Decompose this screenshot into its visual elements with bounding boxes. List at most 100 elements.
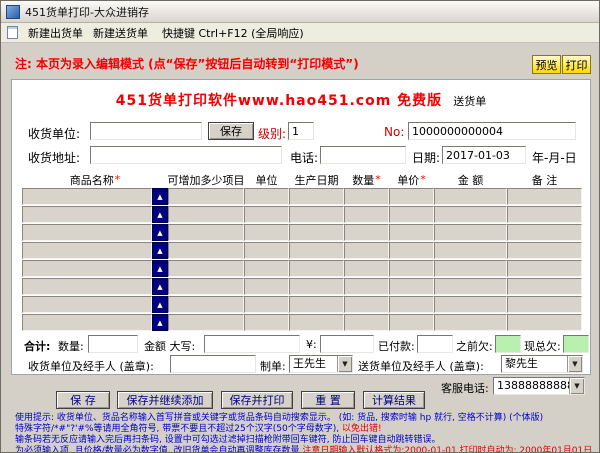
chevron-down-icon[interactable]: ▼ <box>569 378 584 394</box>
extra-item-cell[interactable] <box>168 206 244 223</box>
note-cell[interactable] <box>507 206 582 223</box>
product-name-input[interactable] <box>22 224 152 241</box>
amount-cell[interactable] <box>434 278 507 295</box>
price-cell[interactable] <box>389 242 434 259</box>
extra-item-cell[interactable] <box>168 278 244 295</box>
qty-cell[interactable] <box>344 314 389 331</box>
extra-item-cell[interactable] <box>168 188 244 205</box>
extra-item-cell[interactable] <box>168 224 244 241</box>
amount-cell[interactable] <box>434 314 507 331</box>
price-cell[interactable] <box>389 314 434 331</box>
action-save-continue-button[interactable]: 保存并继续添加 <box>117 391 213 409</box>
product-dropdown-button[interactable]: ▲ <box>152 278 168 295</box>
stamp-receiver-input[interactable] <box>170 355 256 373</box>
date-input[interactable] <box>442 146 526 164</box>
product-dropdown-button[interactable]: ▲ <box>152 260 168 277</box>
address-input[interactable] <box>90 146 282 164</box>
qty-cell[interactable] <box>344 278 389 295</box>
qty-cell[interactable] <box>344 296 389 313</box>
unit-cell[interactable] <box>244 296 289 313</box>
price-cell[interactable] <box>389 206 434 223</box>
amount-cell[interactable] <box>434 260 507 277</box>
note-cell[interactable] <box>507 314 582 331</box>
price-cell[interactable] <box>389 224 434 241</box>
note-cell[interactable] <box>507 242 582 259</box>
print-button[interactable]: 打印 <box>562 55 591 74</box>
prod-date-cell[interactable] <box>289 188 344 205</box>
current-owe-input[interactable] <box>563 335 589 353</box>
menu-new-delivery-order[interactable]: 新建送货单 <box>93 25 148 41</box>
product-name-input[interactable] <box>22 260 152 277</box>
extra-item-cell[interactable] <box>168 296 244 313</box>
phone-input[interactable] <box>320 146 406 164</box>
unit-cell[interactable] <box>244 188 289 205</box>
amount-cell[interactable] <box>434 206 507 223</box>
product-dropdown-button[interactable]: ▲ <box>152 206 168 223</box>
unit-cell[interactable] <box>244 260 289 277</box>
action-reset-button[interactable]: 重 置 <box>301 391 355 409</box>
maker-combobox[interactable]: 王先生 ▼ <box>289 355 353 373</box>
unit-cell[interactable] <box>244 224 289 241</box>
level-input[interactable] <box>288 122 314 140</box>
unit-cell[interactable] <box>244 242 289 259</box>
product-name-input[interactable] <box>22 278 152 295</box>
note-cell[interactable] <box>507 278 582 295</box>
qty-cell[interactable] <box>344 206 389 223</box>
price-cell[interactable] <box>389 260 434 277</box>
prod-date-cell[interactable] <box>289 296 344 313</box>
total-qty-input[interactable] <box>88 335 138 353</box>
prod-date-cell[interactable] <box>289 206 344 223</box>
prod-date-cell[interactable] <box>289 278 344 295</box>
unit-cell[interactable] <box>244 314 289 331</box>
amount-cell[interactable] <box>434 296 507 313</box>
amount-words-input[interactable] <box>204 335 300 353</box>
qty-cell[interactable] <box>344 260 389 277</box>
amount-yen-input[interactable] <box>320 335 374 353</box>
action-save-button[interactable]: 保 存 <box>56 391 110 409</box>
title-bar[interactable]: 451货单打印-大众进销存 <box>1 1 599 23</box>
no-input[interactable] <box>408 122 576 140</box>
chevron-down-icon[interactable]: ▼ <box>567 356 582 372</box>
paid-input[interactable] <box>417 335 453 353</box>
menu-new-outgoing-order[interactable]: 新建出货单 <box>28 25 83 41</box>
note-cell[interactable] <box>507 260 582 277</box>
prod-date-cell[interactable] <box>289 224 344 241</box>
product-name-input[interactable] <box>22 242 152 259</box>
extra-item-cell[interactable] <box>168 260 244 277</box>
product-dropdown-button[interactable]: ▲ <box>152 296 168 313</box>
product-name-input[interactable] <box>22 206 152 223</box>
product-dropdown-button[interactable]: ▲ <box>152 314 168 331</box>
note-cell[interactable] <box>507 224 582 241</box>
unit-cell[interactable] <box>244 278 289 295</box>
sender-combobox[interactable]: 黎先生 ▼ <box>501 355 583 373</box>
product-dropdown-button[interactable]: ▲ <box>152 224 168 241</box>
prod-date-cell[interactable] <box>289 314 344 331</box>
qty-cell[interactable] <box>344 242 389 259</box>
price-cell[interactable] <box>389 188 434 205</box>
product-name-input[interactable] <box>22 188 152 205</box>
note-cell[interactable] <box>507 188 582 205</box>
product-dropdown-button[interactable]: ▲ <box>152 188 168 205</box>
chevron-down-icon[interactable]: ▼ <box>337 356 352 372</box>
save-button[interactable]: 保存 <box>208 122 254 140</box>
qty-cell[interactable] <box>344 224 389 241</box>
receiver-input[interactable] <box>90 122 202 140</box>
prod-date-cell[interactable] <box>289 260 344 277</box>
preview-button[interactable]: 预览 <box>532 55 561 74</box>
extra-item-cell[interactable] <box>168 314 244 331</box>
product-dropdown-button[interactable]: ▲ <box>152 242 168 259</box>
note-cell[interactable] <box>507 296 582 313</box>
unit-cell[interactable] <box>244 206 289 223</box>
amount-cell[interactable] <box>434 188 507 205</box>
prod-date-cell[interactable] <box>289 242 344 259</box>
action-calc-button[interactable]: 计算结果 <box>363 391 425 409</box>
amount-cell[interactable] <box>434 224 507 241</box>
action-save-print-button[interactable]: 保存并打印 <box>221 391 293 409</box>
qty-cell[interactable] <box>344 188 389 205</box>
service-phone-combobox[interactable]: 13888888888 ▼ <box>493 377 585 395</box>
product-name-input[interactable] <box>22 314 152 331</box>
price-cell[interactable] <box>389 278 434 295</box>
price-cell[interactable] <box>389 296 434 313</box>
previous-owe-input[interactable] <box>495 335 521 353</box>
extra-item-cell[interactable] <box>168 242 244 259</box>
